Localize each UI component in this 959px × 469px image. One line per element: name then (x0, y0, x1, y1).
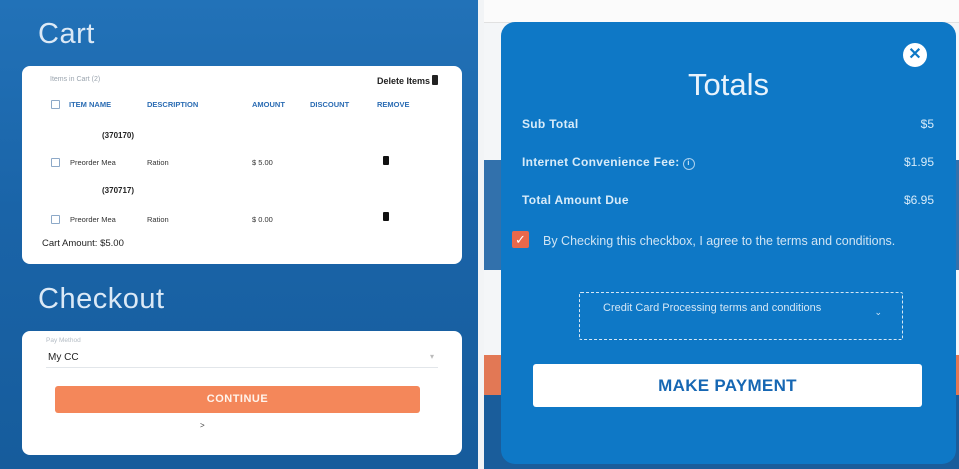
total-due-value: $6.95 (903, 193, 934, 207)
agree-terms-text: By Checking this checkbox, I agree to th… (543, 234, 896, 248)
terms-dropdown[interactable]: Credit Card Processing terms and conditi… (579, 292, 903, 340)
sub-total-label: Sub Total (522, 117, 579, 131)
checkout-title: Checkout (38, 283, 165, 315)
payment-method-select[interactable]: My CC ▾ (46, 349, 438, 368)
chevron-down-icon: ▾ (429, 352, 434, 361)
payment-method-label: Pay Method (46, 337, 81, 344)
agree-terms-checkbox[interactable]: ✓ (512, 231, 529, 248)
continue-button[interactable]: CONTINUE (55, 386, 420, 413)
total-due-label: Total Amount Due (522, 193, 629, 207)
select-all-checkbox[interactable] (51, 100, 60, 109)
trash-icon[interactable] (383, 156, 389, 165)
convenience-fee-value: $1.95 (903, 155, 934, 169)
item-description: Ration (147, 158, 169, 167)
cart-title: Cart (38, 18, 95, 50)
delete-items-button[interactable]: Delete Items (377, 76, 430, 86)
order-id: (370170) (102, 131, 135, 140)
close-icon[interactable]: ✕ (903, 43, 927, 67)
item-checkbox[interactable] (51, 158, 60, 167)
chevron-down-icon: ⌄ (874, 307, 882, 317)
check-icon: ✓ (515, 232, 526, 247)
terms-dropdown-label: Credit Card Processing terms and conditi… (603, 302, 822, 314)
column-remove: REMOVE (377, 100, 410, 109)
column-discount: DISCOUNT (310, 100, 350, 109)
order-id: (370717) (102, 186, 135, 195)
item-name: Preorder Mea (70, 158, 116, 167)
item-amount: $ 5.00 (252, 158, 273, 167)
payment-method-value: My CC (48, 352, 79, 363)
item-description: Ration (147, 215, 169, 224)
cart-card: Items in Cart (2) Delete Items ITEM NAME… (22, 66, 462, 264)
totals-title: Totals (688, 67, 769, 102)
trash-icon[interactable] (432, 75, 438, 85)
cart-checkout-panel: Cart Items in Cart (2) Delete Items ITEM… (0, 0, 478, 469)
totals-modal: ✕ Totals Sub Total $5 Internet Convenien… (501, 22, 956, 464)
background-header (484, 0, 959, 23)
convenience-fee-row: Internet Convenience Fee: i (522, 155, 695, 170)
item-name: Preorder Mea (70, 215, 116, 224)
checkout-card: Pay Method My CC ▾ CONTINUE > (22, 331, 462, 455)
info-icon[interactable]: i (682, 158, 695, 170)
item-checkbox[interactable] (51, 215, 60, 224)
sub-total-value: $5 (920, 117, 934, 131)
column-amount: AMOUNT (252, 100, 285, 109)
chevron-right-icon: > (200, 421, 205, 430)
cart-amount: Cart Amount: $5.00 (42, 238, 124, 249)
convenience-fee-label: Internet Convenience Fee: (522, 155, 680, 169)
column-item-name: ITEM NAME (69, 100, 112, 109)
items-in-cart-label: Items in Cart (2) (50, 76, 101, 83)
column-description: DESCRIPTION (147, 100, 199, 109)
trash-icon[interactable] (383, 212, 389, 221)
item-amount: $ 0.00 (252, 215, 273, 224)
make-payment-button[interactable]: MAKE PAYMENT (533, 364, 922, 407)
